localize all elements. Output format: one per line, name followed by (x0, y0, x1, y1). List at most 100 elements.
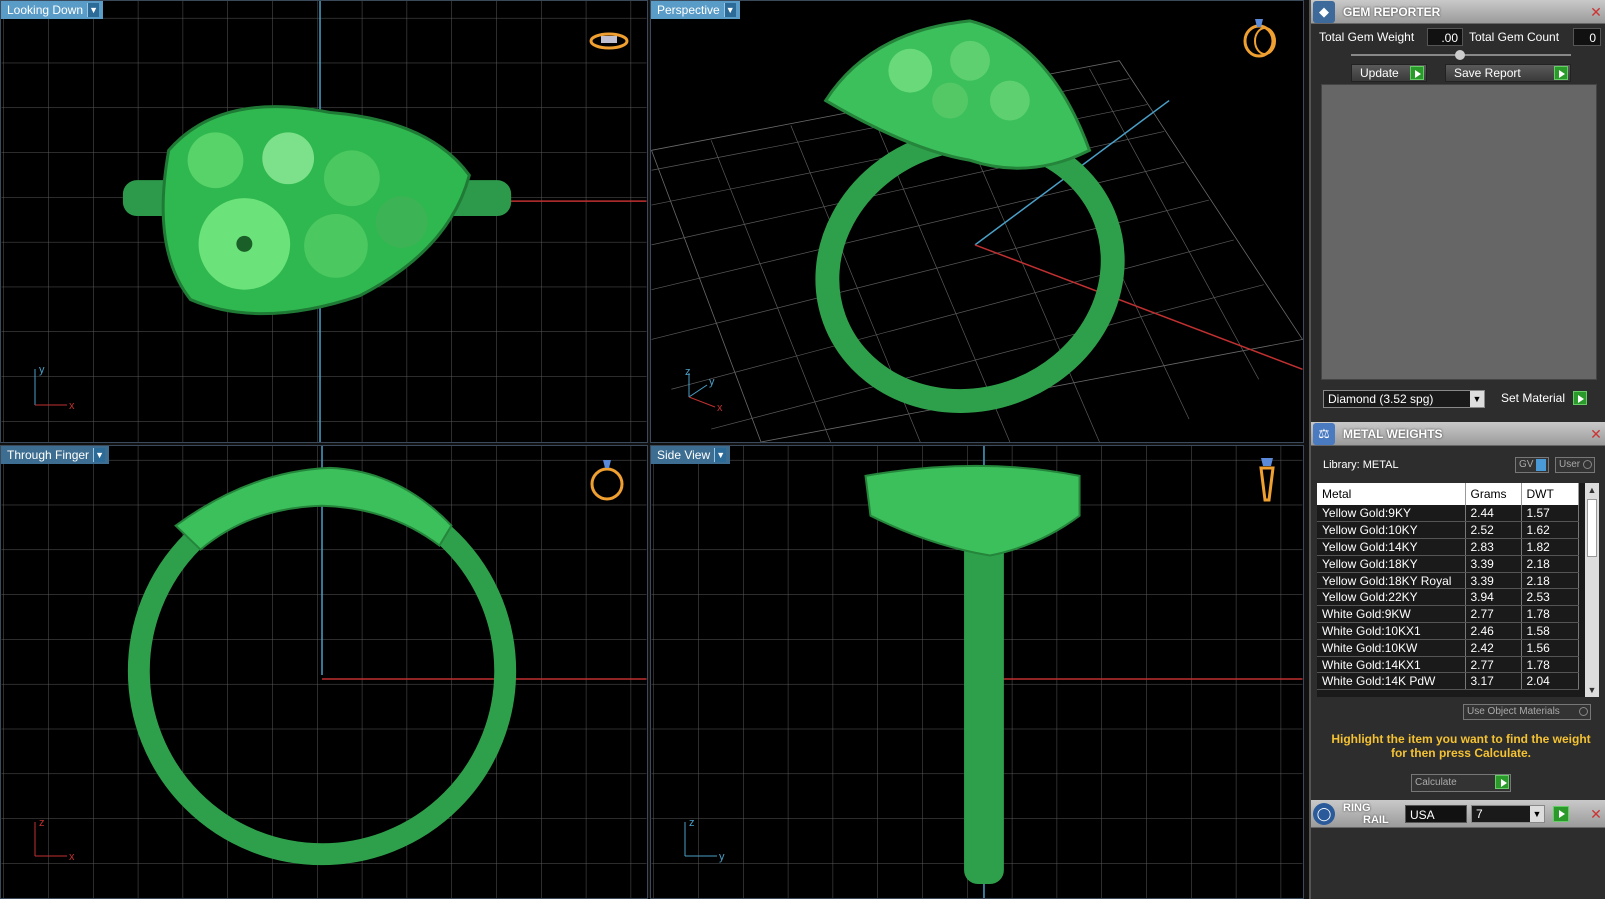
cell-metal: White Gold:9KW (1317, 605, 1466, 624)
user-toggle[interactable]: User (1555, 457, 1595, 473)
axis-indicator: z y (684, 818, 725, 863)
ring-navigator-icon[interactable] (589, 29, 629, 77)
viewport-label[interactable]: Side View ▼ (651, 446, 731, 464)
table-row[interactable]: White Gold:10KX1 2.46 1.58 (1317, 622, 1579, 640)
axis-h-label: y (709, 376, 715, 388)
cell-metal: Yellow Gold:22KY (1317, 588, 1466, 607)
chevron-down-icon[interactable]: ▼ (93, 448, 106, 462)
cell-metal: White Gold:14K PdW (1317, 672, 1466, 691)
chevron-down-icon[interactable]: ▼ (87, 3, 100, 17)
cell-grams: 2.52 (1465, 521, 1522, 540)
column-header-grams[interactable]: Grams (1465, 483, 1522, 505)
cell-metal: White Gold:10KX1 (1317, 622, 1466, 640)
scrollbar-thumb[interactable] (1587, 499, 1597, 557)
column-header-metal[interactable]: Metal (1317, 483, 1466, 505)
side-panel: ◆ GEM REPORTER ✕ Total Gem Weight .00 To… (1309, 0, 1605, 899)
metal-table-container[interactable]: Metal Grams DWT Yellow Gold:9KY 2.44 1.57 Y… (1317, 483, 1585, 697)
scale-icon: ⚖ (1313, 422, 1335, 445)
axis-indicator: y x (34, 365, 75, 412)
table-row[interactable]: Yellow Gold:22KY 3.94 2.53 (1317, 588, 1579, 607)
use-object-materials-checkbox[interactable]: Use Object Materials (1463, 704, 1591, 720)
axis-v-label: z (685, 367, 691, 378)
gem-reporter-header: ◆ GEM REPORTER ✕ (1311, 0, 1605, 24)
play-icon (1554, 66, 1568, 80)
update-button[interactable]: Update (1351, 64, 1427, 82)
table-row[interactable]: White Gold:9KW 2.77 1.78 (1317, 605, 1579, 624)
splitter-handle[interactable] (1455, 50, 1465, 60)
gv-toggle[interactable]: GV (1515, 457, 1549, 473)
cell-grams: 2.77 (1465, 656, 1522, 674)
viewport-looking-down[interactable]: Looking Down ▼ y x (0, 0, 648, 443)
material-select[interactable]: Diamond (3.52 spg) ▼ (1323, 390, 1485, 408)
gem-report-area[interactable] (1321, 84, 1597, 380)
cell-dwt: 2.53 (1521, 588, 1579, 607)
close-icon[interactable]: ✕ (1588, 426, 1604, 442)
ring-size-country[interactable]: USA (1405, 804, 1467, 823)
grid (651, 446, 1303, 898)
cell-grams: 2.46 (1465, 622, 1522, 640)
total-gem-weight-label: Total Gem Weight (1319, 30, 1415, 44)
table-row[interactable]: White Gold:10KW 2.42 1.56 (1317, 639, 1579, 657)
close-icon[interactable]: ✕ (1588, 4, 1604, 20)
metal-table-body: Yellow Gold:9KY 2.44 1.57 Yellow Gold:10KY 2… (1317, 505, 1579, 691)
total-gem-count-field[interactable]: 0 (1573, 28, 1601, 46)
table-row[interactable]: Yellow Gold:9KY 2.44 1.57 (1317, 505, 1579, 523)
scroll-up-icon[interactable]: ▲ (1585, 483, 1599, 497)
table-row[interactable]: Yellow Gold:14KY 2.83 1.82 (1317, 538, 1579, 556)
apply-ring-size-button[interactable] (1553, 805, 1569, 822)
cell-metal: Yellow Gold:18KY (1317, 555, 1466, 573)
viewport-label[interactable]: Through Finger ▼ (1, 446, 110, 464)
ring-navigator-icon[interactable] (1239, 11, 1279, 59)
table-row[interactable]: Yellow Gold:10KY 2.52 1.62 (1317, 521, 1579, 540)
metal-table-scrollbar[interactable]: ▲ ▼ (1585, 483, 1599, 697)
save-report-button[interactable]: Save Report (1445, 64, 1571, 82)
toggle-indicator (1536, 459, 1546, 471)
radio-icon (1579, 707, 1588, 716)
calculate-button[interactable]: Calculate (1411, 774, 1511, 792)
ring-size-select[interactable]: 7 ▼ (1471, 804, 1545, 823)
total-gem-count-label: Total Gem Count (1469, 30, 1560, 44)
chevron-down-icon: ▼ (1530, 805, 1544, 822)
cell-metal: Yellow Gold:9KY (1317, 505, 1466, 523)
axis-v-label: z (689, 818, 695, 829)
play-icon (1573, 391, 1587, 405)
viewport-through-finger[interactable]: Through Finger ▼ z x (0, 445, 648, 899)
ring-rail-header: ◯ RING RAIL USA 7 ▼ ✕ (1311, 800, 1605, 828)
cell-grams: 3.94 (1465, 588, 1522, 607)
axis-h-label: x (69, 400, 75, 412)
set-material-button[interactable]: Set Material (1493, 390, 1589, 408)
viewport-label[interactable]: Perspective ▼ (651, 1, 740, 19)
metal-weights-title: METAL WEIGHTS (1343, 426, 1443, 441)
play-icon (1410, 66, 1424, 80)
cell-grams: 3.17 (1465, 672, 1522, 691)
cell-grams: 2.44 (1465, 505, 1522, 523)
ring-rail-title: RING RAIL (1343, 802, 1405, 826)
ring-navigator-icon[interactable] (587, 454, 627, 502)
table-row[interactable]: Yellow Gold:18KY Royal 3.39 2.18 (1317, 572, 1579, 590)
cell-metal: White Gold:14KX1 (1317, 656, 1466, 674)
table-row[interactable]: Yellow Gold:18KY 3.39 2.18 (1317, 555, 1579, 573)
chevron-down-icon[interactable]: ▼ (723, 3, 736, 17)
axis-v-label: y (39, 365, 45, 376)
viewport-perspective[interactable]: Perspective ▼ z y x (650, 0, 1304, 443)
viewport-title: Looking Down (7, 3, 84, 17)
table-row[interactable]: White Gold:14K PdW 3.17 2.04 (1317, 672, 1579, 691)
cell-dwt: 2.18 (1521, 555, 1579, 573)
cell-dwt: 1.82 (1521, 538, 1579, 556)
ring-size-value: 7 (1476, 806, 1483, 821)
cell-dwt: 1.58 (1521, 622, 1579, 640)
table-row[interactable]: White Gold:14KX1 2.77 1.78 (1317, 656, 1579, 674)
close-icon[interactable]: ✕ (1588, 806, 1604, 822)
app-window: Looking Down ▼ y x Perspective ▼ z y x T… (0, 0, 1605, 899)
total-gem-weight-field[interactable]: .00 (1427, 28, 1463, 46)
viewport-title: Through Finger (7, 448, 90, 462)
column-header-dwt[interactable]: DWT (1521, 483, 1579, 505)
viewport-side-view[interactable]: Side View ▼ z y (650, 445, 1304, 899)
ring-navigator-icon[interactable] (1247, 454, 1287, 502)
gv-label: GV (1519, 459, 1534, 470)
cell-grams: 3.39 (1465, 555, 1522, 573)
viewport-label[interactable]: Looking Down ▼ (1, 1, 104, 19)
scroll-down-icon[interactable]: ▼ (1585, 683, 1599, 697)
cell-grams: 3.39 (1465, 572, 1522, 590)
chevron-down-icon[interactable]: ▼ (714, 448, 727, 462)
